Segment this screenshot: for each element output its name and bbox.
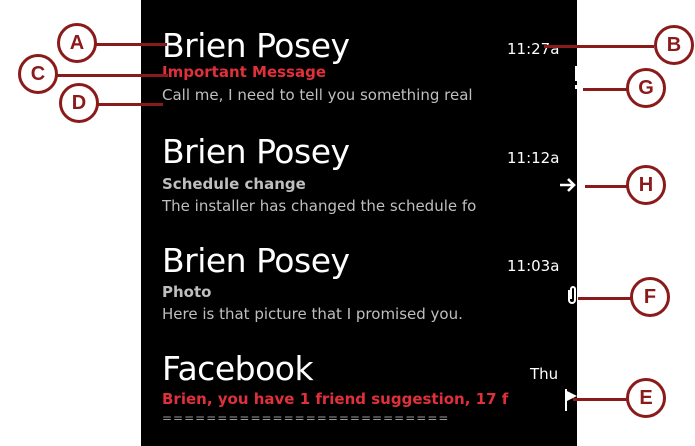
callout-c-line <box>56 74 168 77</box>
email-subject: Important Message <box>162 63 327 81</box>
callout-g: G <box>626 68 666 108</box>
important-icon <box>574 66 580 90</box>
sender-name: Brien Posey <box>162 132 350 171</box>
email-preview: Call me, I need to tell you something re… <box>162 86 473 104</box>
callout-a: A <box>57 23 97 63</box>
email-preview: The installer has changed the schedule f… <box>162 197 477 215</box>
email-time: 11:27a <box>507 40 560 58</box>
email-item[interactable]: Brien Posey Schedule change The installe… <box>141 132 577 222</box>
callout-h: H <box>626 165 666 205</box>
callout-e: E <box>626 378 666 418</box>
email-subject: Schedule change <box>162 175 306 193</box>
callout-d: D <box>59 83 99 123</box>
callout-f: F <box>630 277 670 317</box>
email-subject: Photo <box>162 283 212 301</box>
email-time: 11:12a <box>507 149 560 167</box>
callout-h-line <box>585 185 628 188</box>
email-item[interactable]: Brien Posey Important Message Call me, I… <box>141 26 580 116</box>
email-preview: Brien, you have 1 friend suggestion, 17 … <box>162 390 509 408</box>
callout-b: B <box>654 25 694 65</box>
email-time: 11:03a <box>507 257 560 275</box>
email-preview: Here is that picture that I promised you… <box>162 305 463 323</box>
email-time: Thu <box>530 365 559 383</box>
callout-b-line <box>544 45 654 48</box>
callout-a-line <box>95 43 167 46</box>
forward-arrow-icon <box>559 177 577 193</box>
sender-name: Brien Posey <box>162 26 350 65</box>
sender-name: Facebook <box>162 349 314 388</box>
callout-c: C <box>18 54 58 94</box>
email-item[interactable]: Brien Posey Photo Here is that picture t… <box>141 241 577 331</box>
callout-d-line <box>97 103 163 106</box>
email-list-screen: Brien Posey Important Message Call me, I… <box>141 0 580 446</box>
paperclip-icon <box>566 284 578 306</box>
callout-g-line <box>583 88 627 91</box>
sender-name: Brien Posey <box>162 241 350 280</box>
callout-f-line <box>578 297 631 300</box>
email-item[interactable]: Facebook Brien, you have 1 friend sugges… <box>141 349 577 439</box>
callout-e-line <box>573 398 628 401</box>
email-preview-separator: ========================== <box>162 411 450 425</box>
